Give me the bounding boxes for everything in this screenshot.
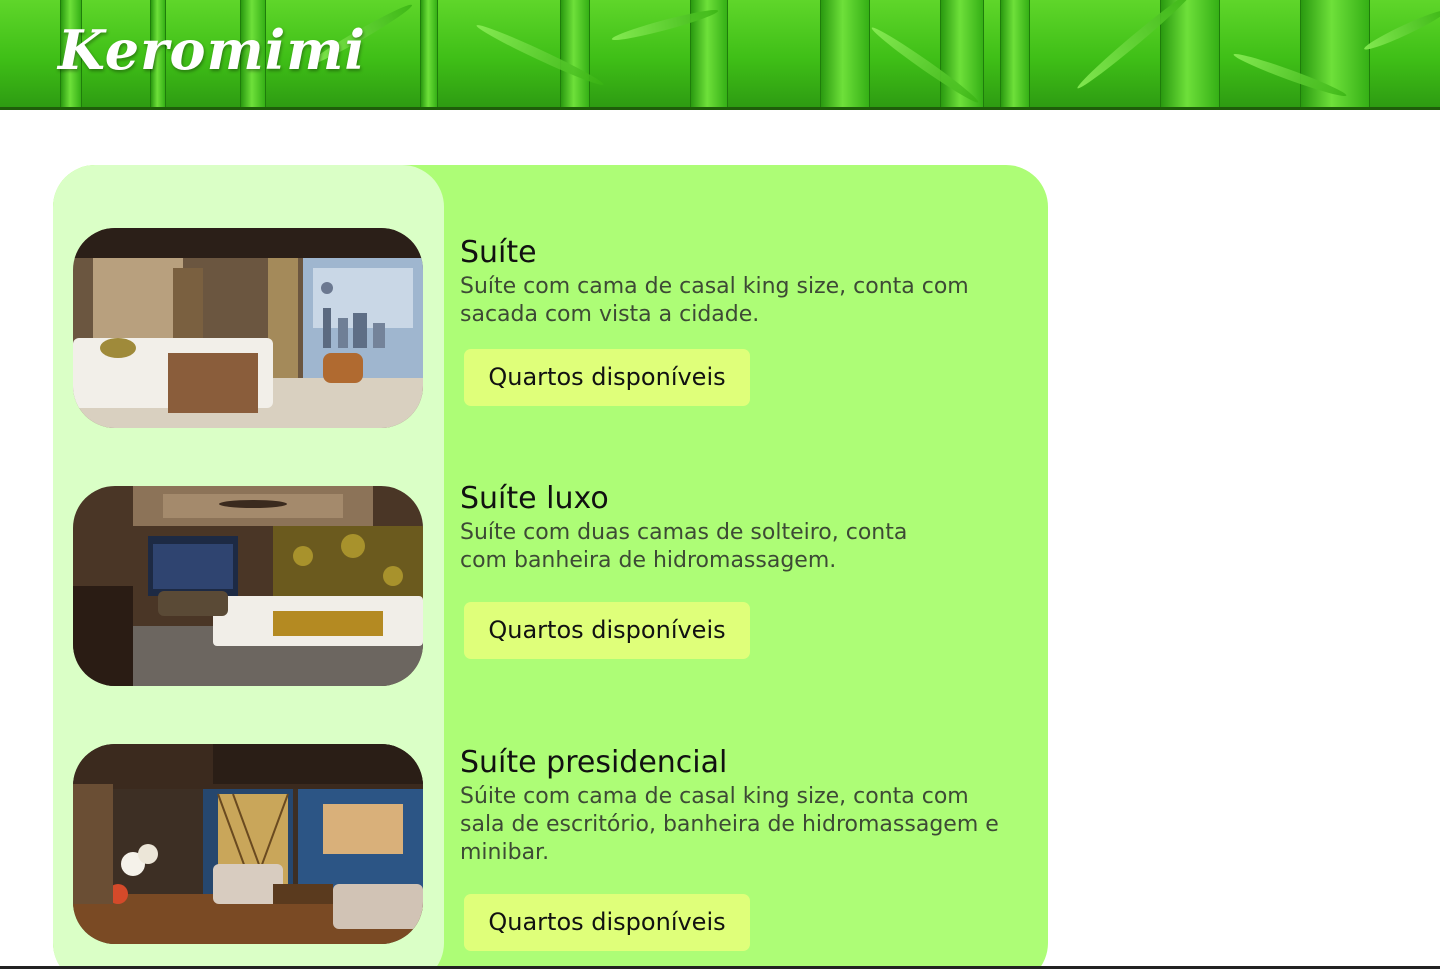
room-suite-presidencial-info: Suíte presidencial Súite com cama de cas… (460, 745, 1020, 867)
room-description: Súite com cama de casal king size, conta… (460, 784, 999, 865)
room-description: Suíte com duas camas de solteiro, conta … (460, 520, 908, 573)
site-logo[interactable]: Keromimi (58, 18, 366, 82)
room-suite-info: Suíte Suíte com cama de casal king size,… (460, 235, 1020, 329)
hotel-room-twin-beds-photo (73, 486, 423, 686)
available-rooms-button-suite-luxo[interactable]: Quartos disponíveis (464, 602, 750, 659)
available-rooms-button-suite[interactable]: Quartos disponíveis (464, 349, 750, 406)
rooms-panel: Suíte Suíte com cama de casal king size,… (53, 165, 1048, 969)
hotel-room-city-view-photo (73, 228, 423, 428)
room-title: Suíte (460, 235, 537, 270)
site-header: Keromimi (0, 0, 1440, 110)
room-title: Suíte luxo (460, 481, 609, 516)
available-rooms-button-suite-presidencial[interactable]: Quartos disponíveis (464, 894, 750, 951)
room-title: Suíte presidencial (460, 745, 728, 780)
room-description: Suíte com cama de casal king size, conta… (460, 274, 969, 327)
room-suite-luxo-info: Suíte luxo Suíte com duas camas de solte… (460, 481, 1020, 575)
hotel-suite-living-room-photo (73, 744, 423, 944)
